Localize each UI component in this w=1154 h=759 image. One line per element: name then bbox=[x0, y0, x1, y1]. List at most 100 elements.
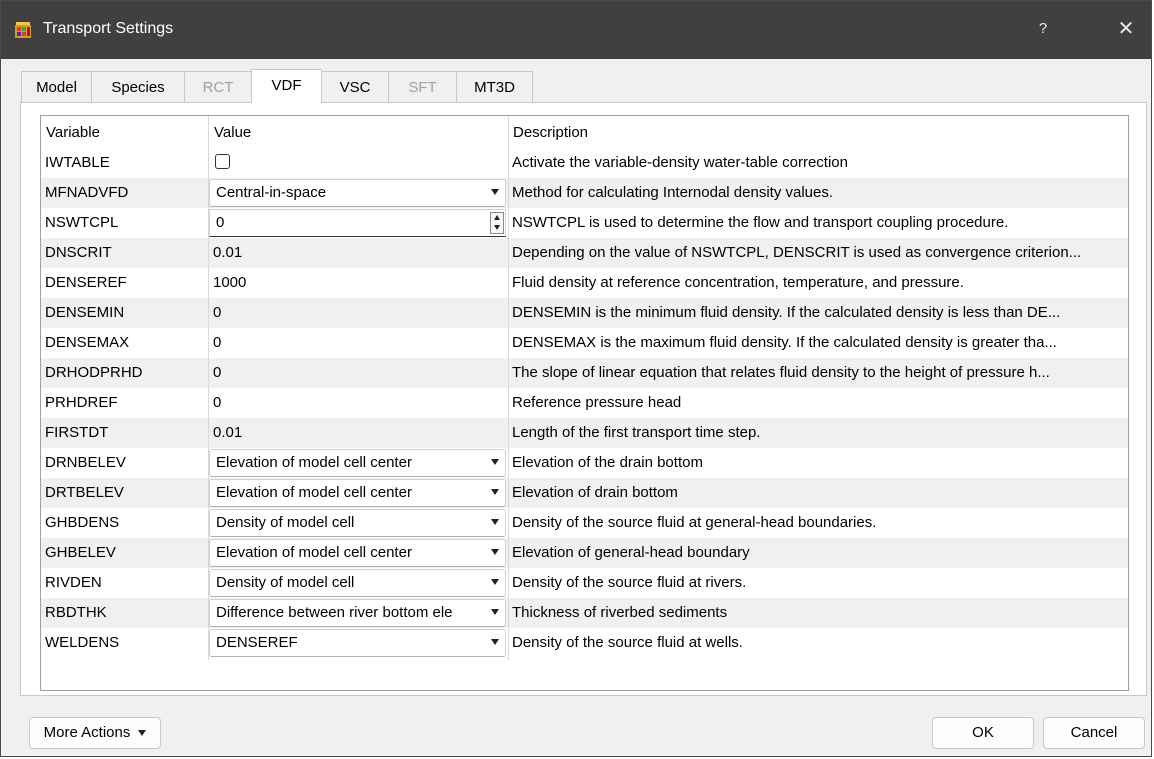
variable-name: DENSEMIN bbox=[45, 304, 125, 321]
value-dropdown[interactable]: Elevation of model cell center bbox=[209, 449, 506, 477]
header-variable: Variable bbox=[46, 124, 100, 141]
description-cell: Density of the source fluid at rivers. bbox=[512, 574, 747, 591]
table-row[interactable]: DENSEMIN 0 DENSEMIN is the minimum fluid d… bbox=[41, 298, 1128, 328]
window-title: Transport Settings bbox=[43, 20, 174, 37]
dropdown-arrow-icon[interactable] bbox=[491, 579, 499, 585]
table-row[interactable]: GHBDENS Density of model cell Density of t… bbox=[41, 508, 1128, 538]
value-cell[interactable]: 0 bbox=[209, 298, 509, 328]
value-spinbox[interactable]: 0 bbox=[209, 209, 506, 237]
tab-vsc[interactable]: VSC bbox=[321, 71, 389, 103]
spin-up-icon[interactable] bbox=[494, 215, 500, 220]
variable-name: DENSEREF bbox=[45, 274, 127, 291]
tab-mt3d[interactable]: MT3D bbox=[456, 71, 533, 103]
value-cell[interactable]: 1000 bbox=[209, 268, 509, 298]
description-cell: Fluid density at reference concentration… bbox=[512, 274, 964, 291]
variable-name: FIRSTDT bbox=[45, 424, 109, 441]
help-button[interactable]: ? bbox=[1031, 17, 1055, 41]
variable-name: DENSEMAX bbox=[45, 334, 130, 351]
value-cell[interactable]: 0 bbox=[209, 388, 509, 418]
value-cell[interactable]: 0 bbox=[209, 358, 509, 388]
more-actions-button[interactable]: More Actions bbox=[29, 717, 161, 749]
spin-down-icon[interactable] bbox=[494, 225, 500, 230]
dropdown-selected-value: Central-in-space bbox=[216, 184, 327, 201]
tab-sft: SFT bbox=[388, 71, 457, 103]
vdf-parameter-table[interactable]: Variable Value Description IWTABLE Activa… bbox=[40, 115, 1129, 691]
variable-name: DRTBELEV bbox=[45, 484, 124, 501]
value-dropdown[interactable]: Elevation of model cell center bbox=[209, 539, 506, 567]
description-cell: Length of the first transport time step. bbox=[512, 424, 761, 441]
table-row[interactable]: RIVDEN Density of model cell Density of th… bbox=[41, 568, 1128, 598]
value-dropdown[interactable]: DENSEREF bbox=[209, 629, 506, 657]
ok-button[interactable]: OK bbox=[932, 717, 1034, 749]
value-dropdown[interactable]: Density of model cell bbox=[209, 509, 506, 537]
tab-rct: RCT bbox=[184, 71, 252, 103]
description-cell: The slope of linear equation that relate… bbox=[512, 364, 1050, 381]
table-row[interactable]: IWTABLE Activate the variable-density wat… bbox=[41, 148, 1128, 178]
description-cell: DENSEMIN is the minimum fluid density. I… bbox=[512, 304, 1061, 321]
variable-name: PRHDREF bbox=[45, 394, 118, 411]
table-row[interactable]: MFNADVFD Central-in-space Method for calcu… bbox=[41, 178, 1128, 208]
dropdown-selected-value: Elevation of model cell center bbox=[216, 454, 412, 471]
table-row[interactable]: RBDTHK Difference between river bottom el… bbox=[41, 598, 1128, 628]
header-description: Description bbox=[513, 124, 589, 141]
dropdown-arrow-icon[interactable] bbox=[491, 489, 499, 495]
table-row[interactable]: NSWTCPL 0 NSWTCPL is used to determine the… bbox=[41, 208, 1128, 238]
table-row[interactable]: WELDENS DENSEREF Density of the source flu… bbox=[41, 628, 1128, 658]
transport-settings-dialog: Transport Settings ? ✕ Model Species RCT… bbox=[0, 0, 1152, 757]
variable-name: MFNADVFD bbox=[45, 184, 129, 201]
description-cell: Elevation of the drain bottom bbox=[512, 454, 703, 471]
value-dropdown[interactable]: Elevation of model cell center bbox=[209, 479, 506, 507]
table-row[interactable]: DNSCRIT 0.01 Depending on the value of NSW… bbox=[41, 238, 1128, 268]
variable-name: DNSCRIT bbox=[45, 244, 112, 261]
description-cell: Method for calculating Internodal densit… bbox=[512, 184, 834, 201]
value-cell[interactable]: 0 bbox=[209, 328, 509, 358]
variable-name: GHBELEV bbox=[45, 544, 116, 561]
close-button[interactable]: ✕ bbox=[1114, 17, 1138, 41]
description-cell: Thickness of riverbed sediments bbox=[512, 604, 728, 621]
value-dropdown[interactable]: Density of model cell bbox=[209, 569, 506, 597]
tab-model[interactable]: Model bbox=[21, 71, 92, 103]
dropdown-arrow-icon[interactable] bbox=[491, 609, 499, 615]
variable-name: DRNBELEV bbox=[45, 454, 126, 471]
dropdown-arrow-icon[interactable] bbox=[491, 639, 499, 645]
value-cell[interactable]: 0.01 bbox=[209, 418, 509, 448]
table-row[interactable]: GHBELEV Elevation of model cell center Ele… bbox=[41, 538, 1128, 568]
value-dropdown[interactable]: Difference between river bottom ele bbox=[209, 599, 506, 627]
table-row[interactable]: DRHODPRHD 0 The slope of linear equation t… bbox=[41, 358, 1128, 388]
value-cell[interactable]: 0.01 bbox=[209, 238, 509, 268]
table-header: Variable Value Description bbox=[41, 116, 1128, 148]
dropdown-selected-value: Elevation of model cell center bbox=[216, 484, 412, 501]
value-dropdown[interactable]: Central-in-space bbox=[209, 179, 506, 207]
table-row[interactable]: FIRSTDT 0.01 Length of the first transport… bbox=[41, 418, 1128, 448]
variable-name: DRHODPRHD bbox=[45, 364, 143, 381]
column-divider bbox=[508, 116, 509, 660]
dropdown-arrow-icon[interactable] bbox=[491, 459, 499, 465]
description-cell: NSWTCPL is used to determine the flow an… bbox=[512, 214, 1009, 231]
vdf-tab-panel: Variable Value Description IWTABLE Activa… bbox=[20, 102, 1147, 696]
tab-vdf[interactable]: VDF bbox=[251, 69, 322, 103]
cancel-button[interactable]: Cancel bbox=[1043, 717, 1145, 749]
title-bar[interactable]: Transport Settings ? ✕ bbox=[1, 1, 1151, 59]
description-cell: Activate the variable-density water-tabl… bbox=[512, 154, 848, 171]
table-row[interactable]: DENSEREF 1000 Fluid density at reference c… bbox=[41, 268, 1128, 298]
description-cell: Elevation of drain bottom bbox=[512, 484, 678, 501]
header-value: Value bbox=[214, 124, 252, 141]
variable-name: NSWTCPL bbox=[45, 214, 119, 231]
table-row[interactable]: DENSEMAX 0 DENSEMAX is the maximum fluid d… bbox=[41, 328, 1128, 358]
dropdown-arrow-icon[interactable] bbox=[491, 189, 499, 195]
spinbox-value: 0 bbox=[216, 214, 225, 231]
description-cell: Density of the source fluid at wells. bbox=[512, 634, 743, 651]
value-checkbox[interactable] bbox=[215, 154, 230, 169]
dropdown-selected-value: Elevation of model cell center bbox=[216, 544, 412, 561]
dropdown-arrow-icon bbox=[138, 730, 147, 737]
table-row[interactable]: PRHDREF 0 Reference pressure head bbox=[41, 388, 1128, 418]
dropdown-selected-value: Difference between river bottom ele bbox=[216, 604, 453, 621]
dropdown-arrow-icon[interactable] bbox=[491, 519, 499, 525]
table-row[interactable]: DRNBELEV Elevation of model cell center El… bbox=[41, 448, 1128, 478]
dropdown-selected-value: Density of model cell bbox=[216, 574, 355, 591]
tab-species[interactable]: Species bbox=[91, 71, 185, 103]
dropdown-arrow-icon[interactable] bbox=[491, 549, 499, 555]
variable-name: GHBDENS bbox=[45, 514, 120, 531]
table-row[interactable]: DRTBELEV Elevation of model cell center El… bbox=[41, 478, 1128, 508]
spin-buttons[interactable] bbox=[490, 212, 504, 234]
